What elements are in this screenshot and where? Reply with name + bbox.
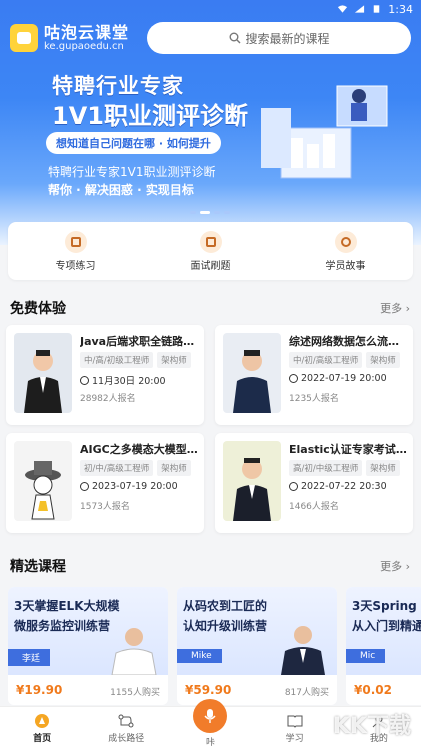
search-input[interactable]: 搜索最新的课程 xyxy=(147,22,411,54)
free-section-header: 免费体验 更多 › xyxy=(10,298,410,318)
teacher-photo xyxy=(111,628,157,675)
free-course-card[interactable]: Java后端求职全链路通关... 中/高/初级工程师 架构师 11月30日 20… xyxy=(6,325,204,425)
header: 咕泡云课堂 ke.gupaoedu.cn 搜索最新的课程 xyxy=(0,16,421,60)
course-title: AIGC之多模态大模型串... xyxy=(80,443,198,456)
path-icon xyxy=(117,713,135,729)
signal-icon xyxy=(355,5,365,13)
quick-item-interview[interactable]: 面试刷题 xyxy=(191,230,231,272)
battery-icon xyxy=(374,5,380,13)
course-cover-title: 3天Spring Bo xyxy=(352,599,421,613)
logo-icon xyxy=(10,24,38,52)
course-time: 2023-07-19 20:00 xyxy=(92,481,178,492)
course-title: Java后端求职全链路通关... xyxy=(80,335,198,348)
tab-path[interactable]: 成长路径 xyxy=(96,713,156,744)
search-placeholder: 搜索最新的课程 xyxy=(245,31,330,46)
course-tag: 中/初/高级工程师 xyxy=(289,352,363,368)
course-tag: 架构师 xyxy=(366,460,400,476)
teacher-name: Mic xyxy=(346,649,386,663)
status-time: 1:34 xyxy=(388,2,413,16)
banner-line1: 特聘行业专家1V1职业测评诊断 xyxy=(48,165,216,179)
practice-icon xyxy=(64,230,87,253)
book-icon xyxy=(286,713,304,729)
course-time: 2022-07-19 20:00 xyxy=(301,373,387,384)
free-more-link[interactable]: 更多 › xyxy=(380,300,410,316)
banner-pager xyxy=(190,211,230,214)
course-signups: 28982人报名 xyxy=(80,394,136,404)
course-cover-title: 从码农到工匠的 xyxy=(183,599,268,613)
course-tag: 高/初/中级工程师 xyxy=(289,460,363,476)
course-tag: 初/中/高级工程师 xyxy=(80,460,154,476)
selected-more-link[interactable]: 更多 › xyxy=(380,558,410,574)
free-course-card[interactable]: Elastic认证专家考试（8.1... 高/初/中级工程师 架构师 2022-… xyxy=(215,433,413,533)
course-tag: 中/高/初级工程师 xyxy=(80,352,154,368)
teacher-photo xyxy=(281,626,325,675)
teacher-name: Mike xyxy=(177,649,222,663)
course-time: 2022-07-22 20:30 xyxy=(301,481,387,492)
course-title: Elastic认证专家考试（8.1... xyxy=(289,443,407,456)
banner-illustration xyxy=(261,85,388,179)
app-screen: 1:34 咕泡云课堂 ke.gupaoedu.cn 搜索最新的课程 特聘行业专家… xyxy=(0,0,421,750)
course-cover-subtitle: 从入门到精通 xyxy=(352,619,421,633)
selected-section-title: 精选课程 xyxy=(10,559,66,575)
banner-pill: 想知道自己问题在哪 · 如何提升 xyxy=(46,132,221,154)
promo-banner[interactable]: 特聘行业专家 1V1职业测评诊断 想知道自己问题在哪 · 如何提升 特聘行业专家… xyxy=(0,60,421,220)
clock-icon xyxy=(80,375,89,385)
quick-item-practice[interactable]: 专项练习 xyxy=(56,230,96,272)
clock-icon xyxy=(80,482,89,491)
course-thumbnail xyxy=(223,441,281,521)
course-thumbnail xyxy=(14,333,72,413)
course-title: 综述网络数据怎么流动的-... xyxy=(289,335,407,348)
selected-course-card[interactable]: 3天Spring Bo 从入门到精通 Mic ¥0.02 xyxy=(346,587,421,705)
course-tag: 架构师 xyxy=(366,352,400,368)
course-thumbnail xyxy=(14,441,72,521)
search-icon xyxy=(229,32,240,44)
tab-mic[interactable]: 咔 xyxy=(180,699,240,748)
interview-icon xyxy=(199,230,222,253)
story-icon xyxy=(334,230,357,253)
app-domain: ke.gupaoedu.cn xyxy=(44,41,124,53)
course-buyers: 817人购买 xyxy=(284,688,329,698)
course-price: ¥59.90 xyxy=(185,683,232,697)
clock-icon xyxy=(289,482,298,491)
quick-menu: 专项练习 面试刷题 学员故事 xyxy=(8,222,413,280)
free-course-card[interactable]: AIGC之多模态大模型串... 初/中/高级工程师 架构师 2023-07-19… xyxy=(6,433,204,533)
selected-course-card[interactable]: 从码农到工匠的 认知升级训练营 Mike ¥59.90 817人购买 xyxy=(177,587,337,705)
watermark: KK下载 xyxy=(332,714,411,739)
teacher-name: 李廷 xyxy=(8,649,51,666)
tab-home[interactable]: 首页 xyxy=(12,713,72,744)
course-tag: 架构师 xyxy=(157,460,191,476)
course-signups: 1466人报名 xyxy=(289,502,339,512)
banner-subtitle: 1V1职业测评诊断 xyxy=(52,102,248,130)
selected-course-card[interactable]: 3天掌握ELK大规模 微服务监控训练营 李廷 ¥19.90 1155人购买 xyxy=(8,587,168,705)
course-time: 11月30日 20:00 xyxy=(92,376,166,387)
banner-line2: 帮你 · 解决困惑 · 实现目标 xyxy=(48,183,194,197)
wifi-icon xyxy=(338,5,348,13)
course-cover-title: 3天掌握ELK大规模 xyxy=(14,599,120,613)
course-thumbnail xyxy=(223,333,281,413)
course-cover-subtitle: 微服务监控训练营 xyxy=(14,619,111,633)
quick-item-story[interactable]: 学员故事 xyxy=(326,230,366,272)
free-course-card[interactable]: 综述网络数据怎么流动的-... 中/初/高级工程师 架构师 2022-07-19… xyxy=(215,325,413,425)
app-name: 咕泡云课堂 xyxy=(44,22,130,42)
tab-study[interactable]: 学习 xyxy=(265,713,325,744)
course-price: ¥0.02 xyxy=(354,683,392,697)
clock-icon xyxy=(289,374,298,383)
course-buyers: 1155人购买 xyxy=(110,688,160,698)
course-signups: 1235人报名 xyxy=(289,394,339,404)
free-section-title: 免费体验 xyxy=(10,301,66,317)
home-icon xyxy=(33,713,51,729)
selected-section-header: 精选课程 更多 › xyxy=(10,556,410,576)
course-tag: 架构师 xyxy=(157,352,191,368)
mic-icon xyxy=(193,699,228,733)
app-logo[interactable]: 咕泡云课堂 ke.gupaoedu.cn xyxy=(10,22,130,53)
status-bar: 1:34 xyxy=(0,0,421,18)
course-cover-subtitle: 认知升级训练营 xyxy=(183,619,268,633)
course-signups: 1573人报名 xyxy=(80,502,130,512)
course-price: ¥19.90 xyxy=(16,683,63,697)
